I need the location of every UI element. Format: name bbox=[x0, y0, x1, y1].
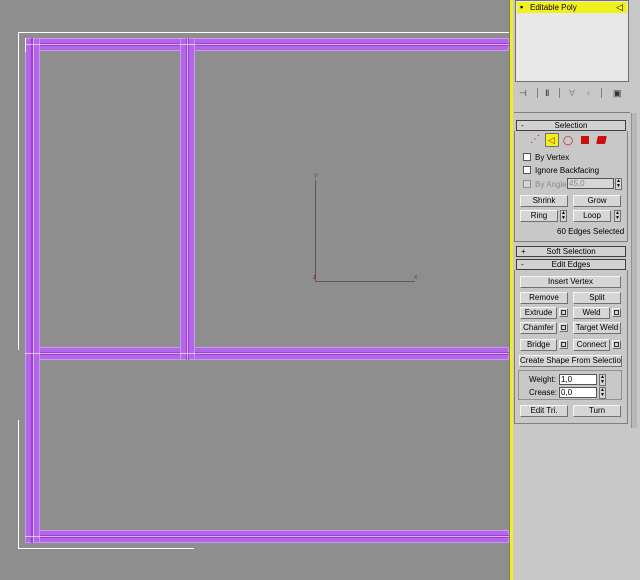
extrude-button[interactable]: Extrude bbox=[520, 307, 557, 319]
vertex-mark bbox=[25, 44, 509, 45]
vertex-mark bbox=[187, 38, 188, 360]
weld-button[interactable]: Weld bbox=[573, 307, 610, 319]
bounding-line-left bbox=[18, 32, 19, 350]
stack-toolbar: ⊣ Ⅱ ∀ ♁ ▣ bbox=[515, 85, 629, 101]
command-panel-scrollbar[interactable] bbox=[631, 113, 637, 428]
bounding-line-top bbox=[18, 32, 509, 33]
crease-spinner[interactable]: ▲ ▼ bbox=[599, 387, 606, 399]
connect-button[interactable]: Connect bbox=[573, 339, 610, 351]
expand-icon[interactable]: ▪ bbox=[520, 2, 523, 13]
collapse-icon: - bbox=[521, 260, 524, 269]
spinner-down-icon: ▼ bbox=[561, 215, 566, 221]
polygon-subobject-icon[interactable] bbox=[581, 136, 589, 144]
soft-selection-rollout-title: Soft Selection bbox=[546, 247, 596, 256]
modifier-stack-item-label: Editable Poly bbox=[530, 3, 577, 12]
crease-label: Crease: bbox=[529, 388, 558, 397]
vertex-mark bbox=[25, 536, 509, 537]
edit-edges-rollout-title: Edit Edges bbox=[551, 260, 591, 269]
weight-field[interactable]: 1,0 bbox=[559, 374, 597, 385]
turn-button[interactable]: Turn bbox=[573, 405, 621, 417]
selection-rollout-header[interactable]: - Selection bbox=[516, 120, 626, 131]
vertex-mark bbox=[33, 38, 34, 543]
panel-separator bbox=[514, 112, 630, 113]
ring-spinner[interactable]: ▲ ▼ bbox=[560, 210, 567, 222]
by-angle-label: By Angle: bbox=[535, 180, 569, 189]
bridge-settings-button[interactable] bbox=[559, 340, 568, 349]
vertex-mark bbox=[25, 38, 26, 52]
make-unique-icon[interactable]: ∀ bbox=[569, 88, 575, 98]
edit-edges-rollout-header[interactable]: - Edit Edges bbox=[516, 259, 626, 270]
spinner-down-icon: ▼ bbox=[600, 392, 605, 398]
selection-rollout-title: Selection bbox=[554, 121, 588, 130]
edge-subobject-icon: ◁ bbox=[548, 135, 555, 145]
modifier-stack-list[interactable]: ▪ Editable Poly ◁ bbox=[515, 0, 629, 82]
edge-subobject-icon: ◁ bbox=[616, 2, 623, 12]
border-subobject-icon[interactable]: ◯ bbox=[563, 134, 573, 146]
configure-modifier-sets-icon[interactable]: ▣ bbox=[613, 88, 622, 98]
connect-settings-button[interactable] bbox=[612, 340, 621, 349]
by-vertex-checkbox[interactable] bbox=[523, 153, 531, 161]
insert-vertex-button[interactable]: Insert Vertex bbox=[520, 276, 621, 288]
ignore-backfacing-checkbox[interactable] bbox=[523, 166, 531, 174]
gizmo-x-axis bbox=[315, 281, 415, 282]
vertex-subobject-icon[interactable]: ⋰ bbox=[530, 134, 540, 146]
extrude-settings-button[interactable] bbox=[559, 308, 568, 317]
grow-button[interactable]: Grow bbox=[573, 195, 621, 207]
crease-field[interactable]: 0,0 bbox=[559, 387, 597, 398]
viewport[interactable]: y x z bbox=[0, 0, 509, 580]
toolbar-separator bbox=[537, 88, 538, 98]
bounding-line-bottom bbox=[18, 548, 194, 549]
remove-modifier-icon[interactable]: ♁ bbox=[585, 88, 592, 98]
target-weld-button[interactable]: Target Weld bbox=[573, 322, 621, 334]
bridge-button[interactable]: Bridge bbox=[520, 339, 557, 351]
modifier-stack-item[interactable]: ▪ Editable Poly ◁ bbox=[517, 2, 627, 13]
create-shape-button[interactable]: Create Shape From Selection bbox=[519, 355, 622, 367]
by-angle-field[interactable]: 45,0 bbox=[567, 178, 614, 189]
shrink-button[interactable]: Shrink bbox=[520, 195, 568, 207]
split-button[interactable]: Split bbox=[573, 292, 621, 304]
expand-rollout-icon: + bbox=[521, 247, 526, 256]
spinner-down-icon: ▼ bbox=[615, 215, 620, 221]
edit-tri-button[interactable]: Edit Tri. bbox=[520, 405, 568, 417]
toolbar-separator bbox=[559, 88, 560, 98]
vertex-mark bbox=[25, 353, 509, 354]
spinner-down-icon: ▼ bbox=[600, 379, 605, 385]
pin-stack-icon[interactable]: ⊣ bbox=[519, 88, 527, 98]
gizmo-z-label: z bbox=[313, 274, 317, 281]
edge-subobject-button[interactable]: ◁ bbox=[545, 133, 559, 147]
loop-spinner[interactable]: ▲ ▼ bbox=[614, 210, 621, 222]
chamfer-settings-button[interactable] bbox=[559, 323, 568, 332]
weight-label: Weight: bbox=[529, 375, 556, 384]
by-angle-spinner[interactable]: ▲ ▼ bbox=[615, 178, 622, 190]
transform-gizmo[interactable]: y x z bbox=[312, 172, 422, 284]
ignore-backfacing-label: Ignore Backfacing bbox=[535, 166, 600, 175]
show-end-result-icon[interactable]: Ⅱ bbox=[545, 88, 549, 98]
gizmo-y-axis bbox=[315, 180, 316, 282]
bounding-line-left-lower bbox=[18, 420, 19, 548]
toolbar-separator bbox=[601, 88, 602, 98]
gizmo-y-label: y bbox=[314, 172, 318, 179]
soft-selection-rollout-header[interactable]: + Soft Selection bbox=[516, 246, 626, 257]
weld-settings-button[interactable] bbox=[612, 308, 621, 317]
collapse-icon: - bbox=[521, 121, 524, 130]
gizmo-x-label: x bbox=[414, 274, 418, 281]
selection-status-text: 60 Edges Selected bbox=[557, 227, 625, 236]
element-subobject-icon[interactable] bbox=[596, 136, 607, 144]
weight-spinner[interactable]: ▲ ▼ bbox=[599, 374, 606, 386]
by-vertex-label: By Vertex bbox=[535, 153, 570, 162]
remove-button[interactable]: Remove bbox=[520, 292, 568, 304]
loop-button[interactable]: Loop bbox=[573, 210, 611, 222]
ring-button[interactable]: Ring bbox=[520, 210, 558, 222]
by-angle-checkbox[interactable] bbox=[523, 180, 531, 188]
spinner-down-icon: ▼ bbox=[616, 183, 621, 189]
chamfer-button[interactable]: Chamfer bbox=[520, 322, 557, 334]
